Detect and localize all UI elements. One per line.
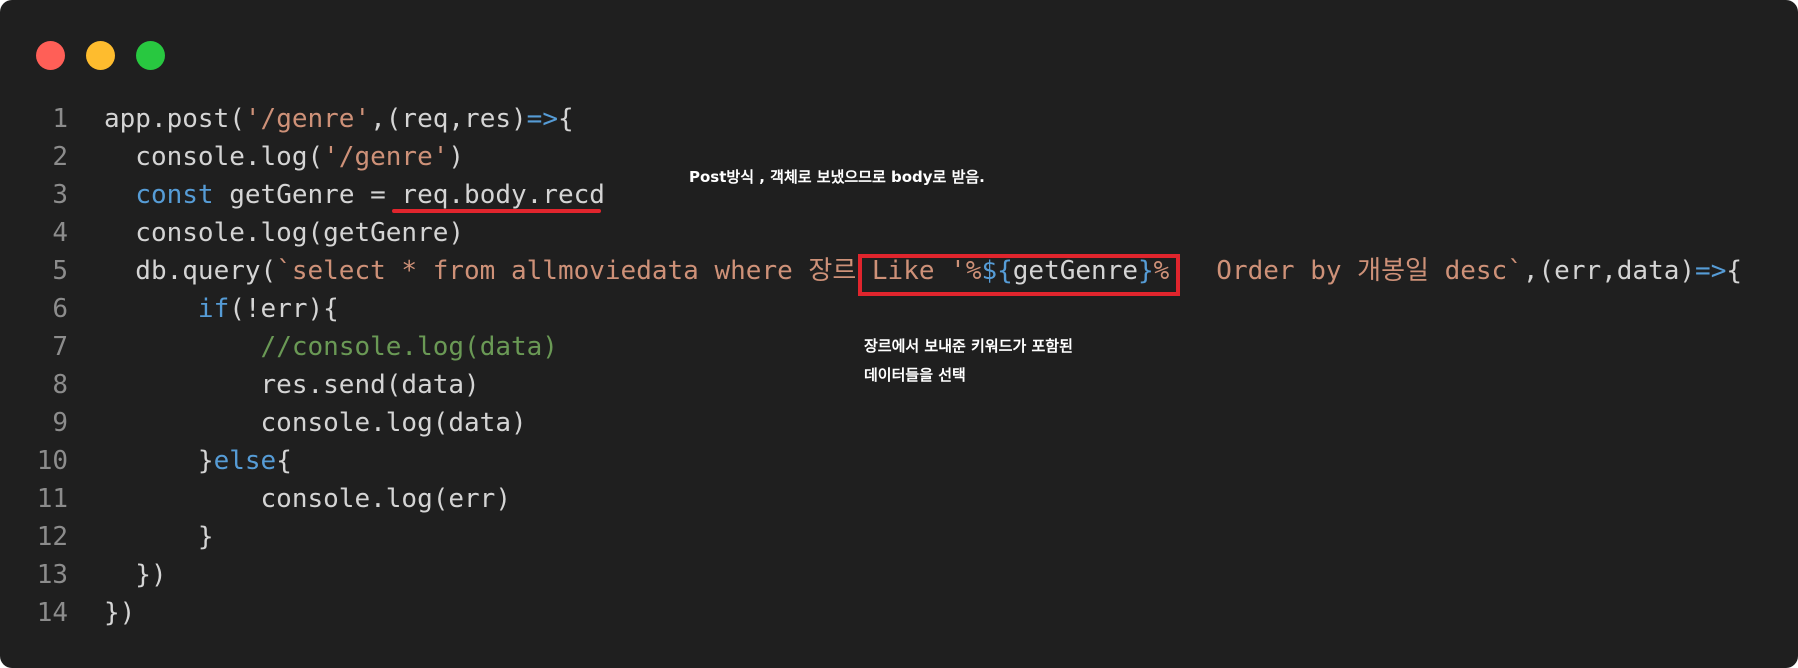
code-token: getGenre = req.body.recd xyxy=(213,180,605,210)
like-clause-highlight xyxy=(858,254,1180,296)
line-number: 2 xyxy=(52,142,68,172)
line-number: 7 xyxy=(52,332,68,362)
code-token: console.log(data) xyxy=(104,408,527,438)
code-token: else xyxy=(213,446,277,476)
code-token: app.post( xyxy=(104,104,245,134)
code-token: '/genre' xyxy=(323,142,449,172)
code-text: console.log(getGenre) xyxy=(104,214,464,252)
line-number: 14 xyxy=(36,598,68,628)
code-token: const xyxy=(135,180,214,210)
code-text: res.send(data) xyxy=(104,366,480,404)
line-number: 1 xyxy=(52,104,68,134)
minimize-window-button[interactable] xyxy=(86,41,115,70)
line-number: 12 xyxy=(36,522,68,552)
code-token: } xyxy=(104,522,214,552)
code-text: }else{ xyxy=(104,442,292,480)
req-body-underline xyxy=(392,209,601,213)
code-text: //console.log(data) xyxy=(104,328,558,366)
code-token: if xyxy=(197,294,230,324)
close-window-button[interactable] xyxy=(36,41,65,70)
code-token: console.log(getGenre) xyxy=(104,218,465,248)
code-token: } xyxy=(104,446,214,476)
code-token: ) xyxy=(448,142,465,172)
line-number: 8 xyxy=(52,370,68,400)
code-token: ,(err,data) xyxy=(1522,256,1696,286)
line-number: 13 xyxy=(36,560,68,590)
code-window: 1 app.post('/genre',(req,res)=>{2 console… xyxy=(0,0,1798,668)
code-token: => xyxy=(526,104,558,134)
code-token: { xyxy=(557,104,574,134)
line-number: 6 xyxy=(52,294,68,324)
code-token: ,(req,res) xyxy=(370,104,527,134)
code-token: '/genre' xyxy=(244,104,371,134)
line-number: 4 xyxy=(52,218,68,248)
annotation-like-line-2: 데이터들을 선택 xyxy=(864,366,966,384)
code-token: db.query( xyxy=(104,256,277,286)
code-text: if(!err){ xyxy=(104,290,339,328)
code-token: { xyxy=(276,446,292,476)
code-text: }) xyxy=(104,556,167,594)
code-text: }) xyxy=(104,594,135,632)
annotation-like-line-1: 장르에서 보내준 키워드가 포함된 xyxy=(864,337,1073,355)
code-token: }) xyxy=(104,598,136,628)
code-token: => xyxy=(1695,256,1727,286)
line-number: 5 xyxy=(52,256,68,286)
code-text: app.post('/genre',(req,res)=>{ xyxy=(104,100,574,138)
line-number: 9 xyxy=(52,408,68,438)
code-token: %' Order by 개봉일 desc` xyxy=(1153,256,1523,286)
annotation-post-body: Post방식 , 객체로 보냈으므로 body로 받음. xyxy=(689,168,985,186)
code-token: { xyxy=(1726,256,1743,286)
code-token: (!err){ xyxy=(229,294,339,324)
line-number: 3 xyxy=(52,180,68,210)
code-text: console.log(data) xyxy=(104,404,527,442)
code-token: res.send(data) xyxy=(104,370,480,400)
code-token: }) xyxy=(104,560,167,590)
code-text: console.log('/genre') xyxy=(104,138,464,176)
code-text: } xyxy=(104,518,214,556)
line-number: 11 xyxy=(36,484,68,514)
line-number: 10 xyxy=(36,446,68,476)
zoom-window-button[interactable] xyxy=(136,41,165,70)
code-token: console.log( xyxy=(104,142,324,172)
code-text: console.log(err) xyxy=(104,480,511,518)
annotation-like-clause: 장르에서 보내준 키워드가 포함된 데이터들을 선택 xyxy=(864,332,1073,390)
window-controls xyxy=(36,41,165,70)
code-token: console.log(err) xyxy=(104,484,511,514)
code-token: //console.log(data) xyxy=(260,332,558,362)
